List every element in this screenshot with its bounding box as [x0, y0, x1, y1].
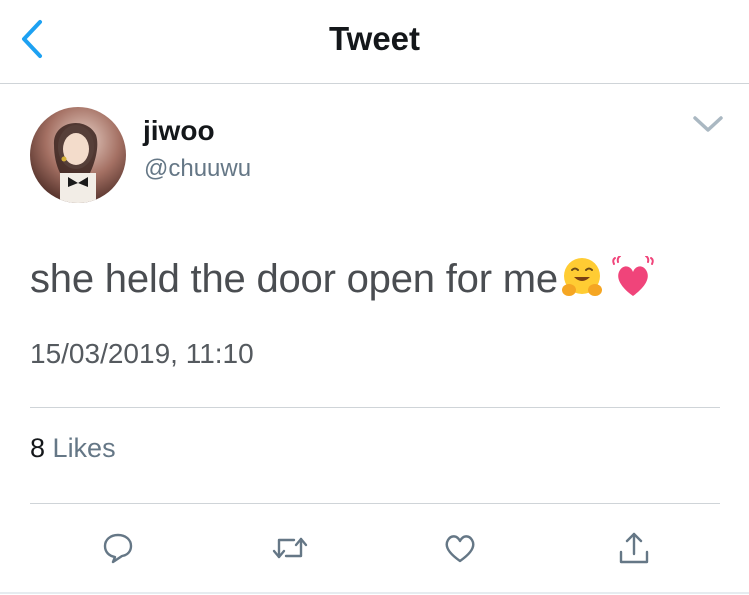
like-icon — [445, 535, 475, 563]
share-icon — [619, 532, 649, 564]
page-title: Tweet — [328, 20, 421, 57]
more-options-button[interactable] — [688, 110, 728, 138]
bottom-divider — [0, 592, 749, 594]
likes-label: Likes — [52, 433, 116, 463]
author-handle[interactable]: @chuuwu — [144, 155, 251, 183]
avatar[interactable] — [30, 107, 126, 203]
tweet-timestamp: 15/03/2019, 11:10 — [30, 338, 254, 369]
chevron-down-icon — [693, 116, 723, 132]
reply-icon — [103, 533, 133, 564]
like-button[interactable] — [440, 528, 480, 568]
author-name[interactable]: jiwoo — [143, 115, 215, 147]
likes-count: 8 — [30, 433, 46, 463]
divider — [30, 407, 720, 408]
tweet-text: she held the door open for me — [30, 257, 558, 301]
hugging-face-emoji — [560, 256, 604, 310]
divider — [30, 503, 720, 504]
tweet-text-container: she held the door open for me — [30, 255, 656, 310]
retweet-button[interactable] — [270, 528, 310, 568]
share-button[interactable] — [614, 528, 654, 568]
likes-count-link[interactable]: 8 Likes — [30, 433, 116, 464]
reply-button[interactable] — [98, 528, 138, 568]
top-nav-bar: Tweet — [0, 0, 749, 84]
retweet-icon — [272, 537, 308, 559]
beating-heart-emoji — [610, 255, 656, 310]
